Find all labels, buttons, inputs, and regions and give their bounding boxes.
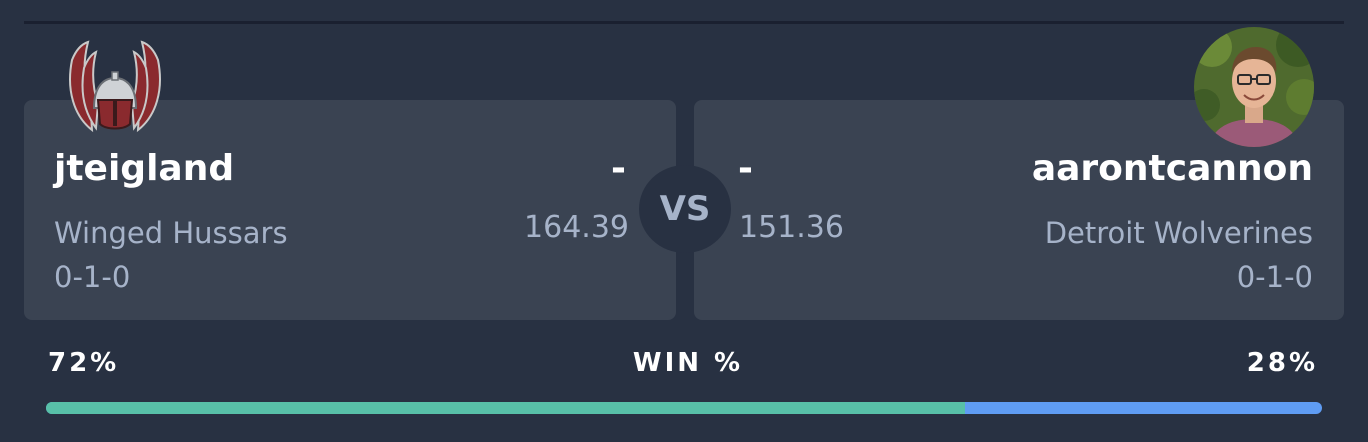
team-record: 0-1-0 xyxy=(54,260,131,294)
team-owner-name[interactable]: jteigland xyxy=(54,148,234,189)
win-probability-bar xyxy=(46,402,1322,414)
winged-hussar-helmet-icon[interactable] xyxy=(62,38,168,134)
team-name[interactable]: Winged Hussars xyxy=(54,216,288,250)
team-score: - xyxy=(738,148,753,189)
win-pct-title: WIN % xyxy=(632,348,744,378)
projected-score: 151.36 xyxy=(739,210,844,245)
team-owner-name[interactable]: aarontcannon xyxy=(1032,148,1313,189)
profile-photo-avatar[interactable] xyxy=(1194,27,1314,147)
win-probability-fill-left xyxy=(46,402,965,414)
team-name[interactable]: Detroit Wolverines xyxy=(1045,216,1313,250)
team-record: 0-1-0 xyxy=(1236,260,1313,294)
team-score: - xyxy=(611,148,626,189)
vs-badge: VS xyxy=(639,165,731,253)
win-pct-right: 28% xyxy=(1246,348,1318,378)
top-divider xyxy=(24,21,1344,24)
projected-score: 164.39 xyxy=(524,210,629,245)
vs-label: VS xyxy=(659,189,711,229)
